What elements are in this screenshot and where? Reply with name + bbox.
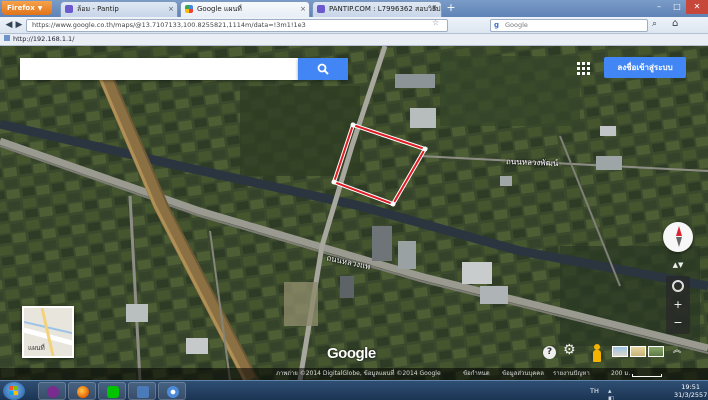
tray-icons[interactable]: ▴ ◧ ▮ ◐ (608, 387, 617, 400)
bookmark-star-icon[interactable]: ☆ (432, 18, 439, 27)
sign-in-button[interactable]: ลงชื่อเข้าสู่ระบบ (604, 57, 686, 78)
scale-label: 200 ม. (611, 370, 631, 377)
scale-bar (632, 374, 662, 377)
terms-link[interactable]: ข้อกำหนด (463, 368, 490, 380)
taskbar-browser[interactable] (158, 382, 186, 400)
map-search-button[interactable] (298, 58, 348, 80)
clock-date: 31/3/2557 (674, 391, 708, 399)
zoom-out-button[interactable]: − (666, 316, 690, 330)
my-location-icon[interactable] (672, 280, 684, 292)
search-icon (317, 63, 329, 75)
minimize-button[interactable]: – (650, 0, 668, 14)
pantip-favicon-icon (317, 5, 325, 13)
bookmark-icon (4, 35, 10, 41)
tab-title: Google แผนที่ (197, 5, 242, 13)
navigation-bar: ◀ ▶ https://www.google.co.th/maps/@13.71… (0, 17, 708, 34)
tab-title: PANTIP.COM : L7996362 สอบวิธีปรับเส... (329, 5, 441, 13)
expand-chevron-icon[interactable]: ︽ (673, 346, 681, 354)
maximize-button[interactable]: □ (668, 0, 686, 14)
bookmark-router[interactable]: http://192.168.1.1/ (4, 34, 74, 45)
taskbar: TH ▴ ◧ ▮ ◐ 19:51 31/3/2557 (0, 380, 708, 400)
taskbar-media-player[interactable] (38, 382, 66, 400)
line-icon (107, 386, 119, 398)
url-bar[interactable]: https://www.google.co.th/maps/@13.710713… (26, 19, 448, 32)
network-app-icon (137, 386, 149, 398)
tilt-icon[interactable]: ▲▼ (670, 260, 686, 270)
gear-icon[interactable]: ⚙ (563, 343, 576, 357)
taskbar-network-app[interactable] (128, 382, 156, 400)
close-icon[interactable]: × (168, 2, 174, 16)
tab-bar: Firefox ▼ ล้อม - Pantip × Google แผนที่ ×… (0, 0, 708, 17)
bookmarks-toolbar: http://192.168.1.1/ (0, 34, 708, 46)
privacy-link[interactable]: ข้อมูลส่วนบุคคล (502, 368, 544, 380)
windows-start-button[interactable] (3, 382, 25, 400)
compass-icon[interactable] (663, 222, 693, 252)
google-search-engine-icon: g (494, 21, 500, 29)
browser-icon (167, 386, 179, 398)
forward-button[interactable]: ▶ (13, 19, 25, 31)
minimap-label: แผนที่ (28, 344, 45, 352)
layer-terrain-thumbnail[interactable] (630, 346, 646, 357)
tab-google-maps[interactable]: Google แผนที่ × (180, 1, 310, 17)
google-logo: Google (327, 345, 376, 362)
layer-earth-thumbnail[interactable] (648, 346, 664, 357)
apps-grid-icon[interactable] (577, 62, 590, 75)
zoom-control: + − (666, 276, 690, 334)
language-indicator[interactable]: TH (590, 387, 599, 395)
google-favicon-icon (185, 5, 193, 13)
new-tab-button[interactable]: + (444, 2, 458, 15)
map-view-toggle[interactable]: แผนที่ (22, 306, 74, 358)
zoom-in-button[interactable]: + (666, 298, 690, 312)
tab-pantip-topic[interactable]: PANTIP.COM : L7996362 สอบวิธีปรับเส... × (312, 1, 442, 17)
taskbar-line[interactable] (98, 382, 126, 400)
attribution-imagery: ภาพถ่าย ©2014 DigitalGlobe, ข้อมูลแผนที่… (276, 370, 441, 377)
close-icon[interactable]: × (300, 2, 306, 16)
map-search-input[interactable] (20, 58, 298, 80)
close-icon[interactable]: × (432, 2, 438, 16)
tab-pantip[interactable]: ล้อม - Pantip × (60, 1, 178, 17)
attribution-bar: ภาพถ่าย ©2014 DigitalGlobe, ข้อมูลแผนที่… (0, 368, 708, 380)
firefox-menu-button[interactable]: Firefox ▼ (2, 1, 52, 15)
road-label: ถนนหลวงพัฒน์ (505, 157, 559, 168)
help-icon[interactable]: ? (543, 346, 556, 359)
satellite-imagery (0, 46, 708, 380)
clock[interactable]: 19:51 31/3/2557 (674, 383, 707, 399)
media-player-icon (47, 386, 59, 398)
search-icon[interactable]: ⌕ (652, 19, 657, 29)
close-window-button[interactable]: ✕ (686, 0, 708, 14)
report-problem-link[interactable]: รายงานปัญหา (553, 368, 590, 380)
tab-title: ล้อม - Pantip (77, 5, 119, 13)
taskbar-firefox[interactable] (68, 382, 96, 400)
firefox-icon (77, 386, 89, 398)
pegman-icon[interactable] (592, 344, 602, 362)
map-canvas[interactable]: ถนนหลวงพัฒน์ ถนนหลวงแพ ลงชื่อเข้าสู่ระบบ… (0, 46, 708, 380)
layer-map-thumbnail[interactable] (612, 346, 628, 357)
home-icon[interactable]: ⌂ (672, 18, 678, 29)
browser-search-input[interactable]: g Google (490, 19, 648, 32)
pantip-favicon-icon (65, 5, 73, 13)
clock-time: 19:51 (681, 383, 701, 391)
